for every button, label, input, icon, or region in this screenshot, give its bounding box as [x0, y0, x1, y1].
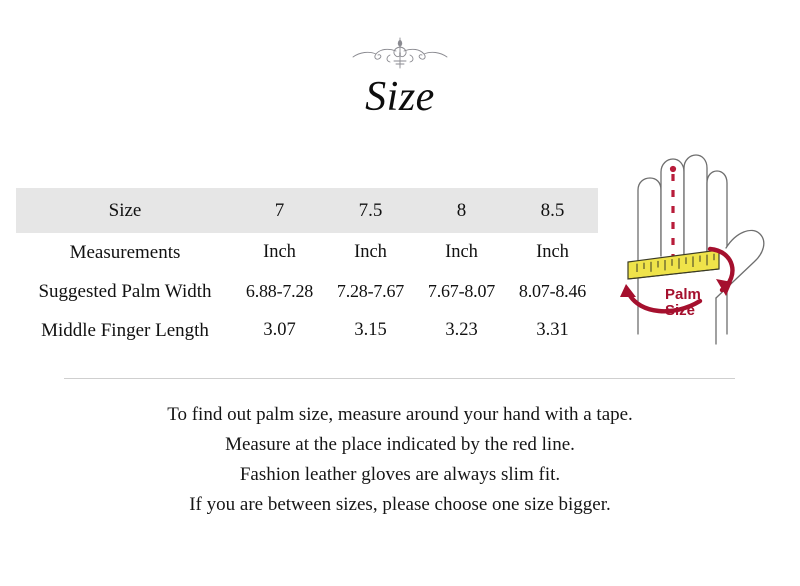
cell-palm-width-3: 8.07-8.46	[518, 281, 587, 301]
cell-finger-length-0: 3.07	[263, 320, 296, 340]
table-row: Measurements Inch Inch Inch Inch	[16, 233, 598, 272]
section-divider	[64, 378, 735, 379]
cell-palm-width-1: 7.28-7.67	[336, 281, 405, 301]
hand-palm-measurement-diagram: Palm Size	[612, 138, 794, 350]
cell-finger-length-3: 3.31	[536, 320, 569, 340]
table-header-size-8-5: 8.5	[507, 188, 598, 233]
table-header-size-7-5: 7.5	[325, 188, 416, 233]
cell-measurements-1: Inch	[354, 242, 387, 262]
table-header-label: Size	[16, 188, 234, 233]
row-label-finger-length: Middle Finger Length	[41, 319, 209, 341]
note-line: Measure at the place indicated by the re…	[225, 434, 575, 455]
table-row: Middle Finger Length 3.07 3.15 3.23 3.31	[16, 311, 598, 350]
row-label-measurements: Measurements	[69, 241, 181, 263]
cell-measurements-3: Inch	[536, 242, 569, 262]
palm-size-label-line2: Size	[665, 302, 695, 319]
table-header-size-8: 8	[416, 188, 507, 233]
table-row: Suggested Palm Width 6.88-7.28 7.28-7.67…	[16, 272, 598, 311]
note-line: If you are between sizes, please choose …	[189, 494, 611, 515]
cell-finger-length-1: 3.15	[354, 320, 387, 340]
cell-palm-width-2: 7.67-8.07	[427, 281, 496, 301]
size-chart-table: Size 7 7.5 8 8.5 Measurements Inch Inch …	[16, 188, 598, 350]
cell-finger-length-2: 3.23	[445, 320, 478, 340]
cell-measurements-0: Inch	[263, 242, 296, 262]
note-line: To find out palm size, measure around yo…	[167, 404, 633, 425]
palm-size-label-line1: Palm	[665, 286, 701, 303]
page-title: Size	[365, 74, 435, 120]
table-header-size-7: 7	[234, 188, 325, 233]
note-line: Fashion leather gloves are always slim f…	[239, 464, 561, 485]
cell-palm-width-0: 6.88-7.28	[245, 281, 314, 301]
notes-section: To find out palm size, measure around yo…	[0, 400, 800, 520]
flourish-ornament-icon	[0, 34, 800, 70]
row-label-palm-width: Suggested Palm Width	[38, 280, 212, 302]
cell-measurements-2: Inch	[445, 242, 478, 262]
table-header-row: Size 7 7.5 8 8.5	[16, 188, 598, 233]
